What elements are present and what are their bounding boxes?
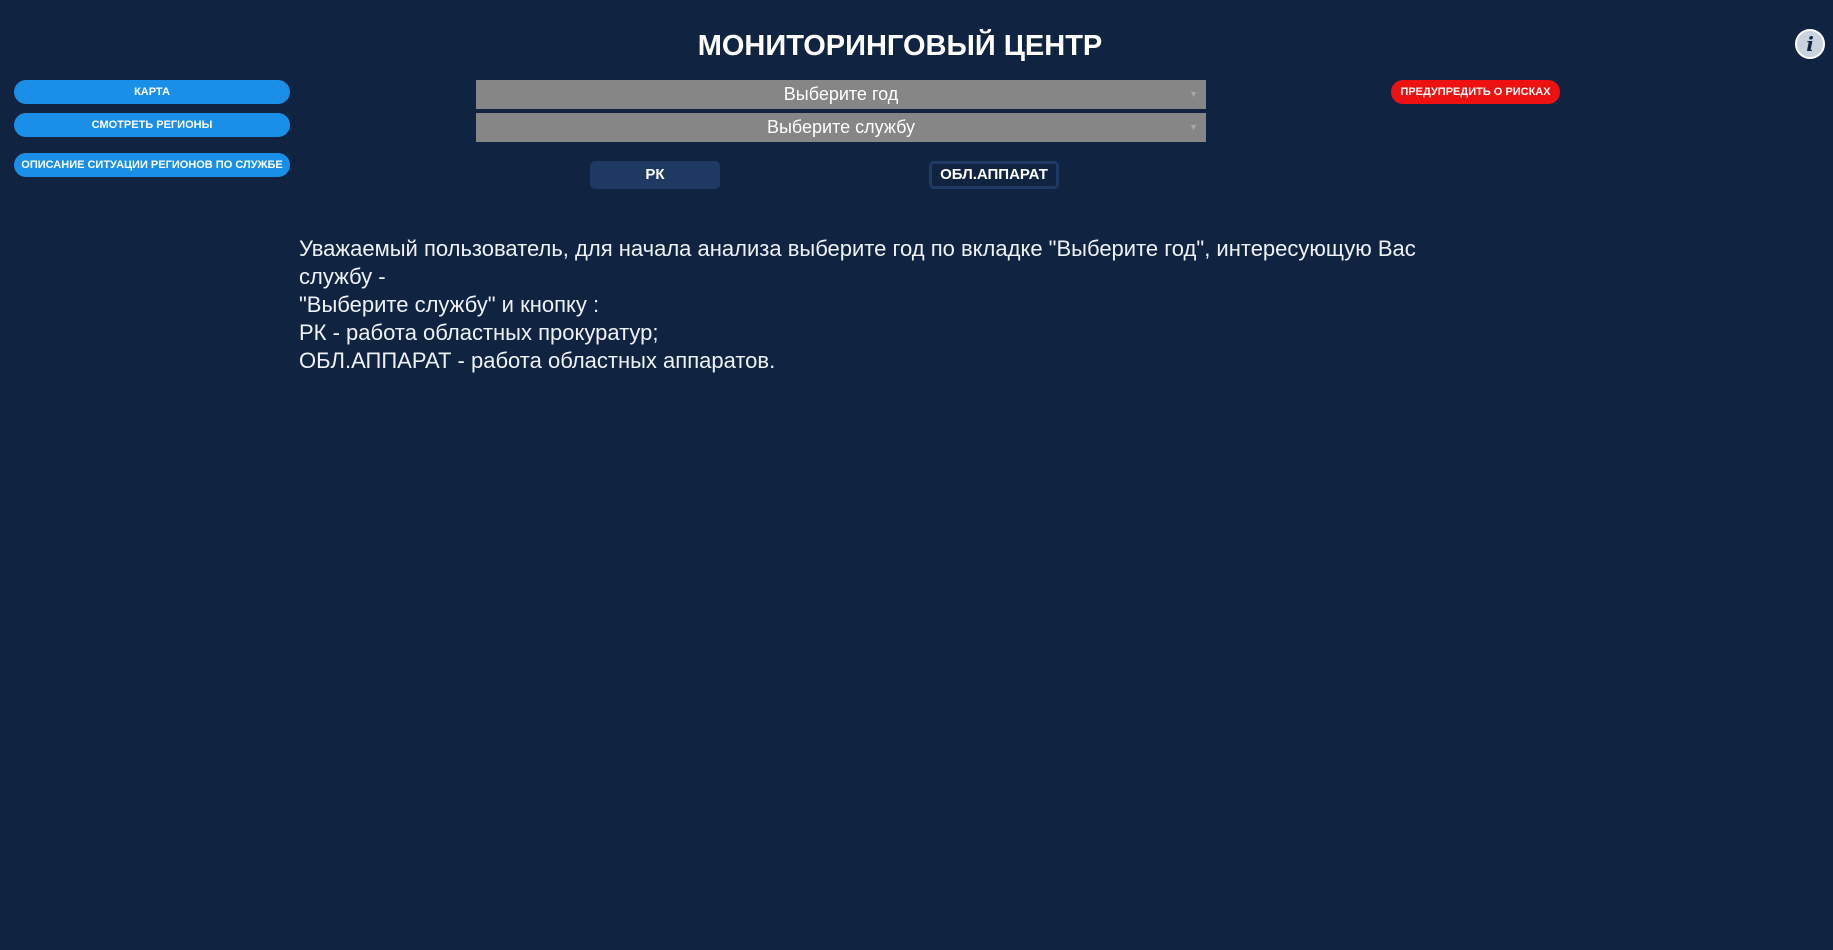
instruction-line: ОБЛ.АППАРАТ - работа областных аппаратов… [299,348,776,373]
chevron-down-icon: ▼ [1189,122,1198,132]
instruction-line: "Выберите службу" и кнопку : [299,292,600,317]
year-select[interactable]: Выберите год ▼ [476,80,1206,109]
year-select-value: Выберите год [783,84,899,104]
obl-apparat-button[interactable]: ОБЛ.АППАРАТ [929,161,1059,189]
region-situation-description-button[interactable]: ОПИСАНИЕ СИТУАЦИИ РЕГИОНОВ ПО СЛУЖБЕ [14,153,290,177]
map-button[interactable]: КАРТА [14,80,290,104]
service-select[interactable]: Выберите службу ▼ [476,113,1206,142]
info-icon[interactable]: i [1795,29,1825,59]
warn-risks-button[interactable]: ПРЕДУПРЕДИТЬ О РИСКАХ [1391,80,1560,104]
service-select-value: Выберите службу [766,117,916,137]
instruction-line: РК - работа областных прокуратур; [299,320,659,345]
rk-button[interactable]: РК [590,161,720,189]
instruction-message: Уважаемый пользователь, для начала анали… [299,235,1479,375]
page-title: МОНИТОРИНГОВЫЙ ЦЕНТР [697,30,1103,62]
instruction-line: Уважаемый пользователь, для начала анали… [299,236,1416,289]
chevron-down-icon: ▼ [1189,89,1198,99]
view-regions-button[interactable]: СМОТРЕТЬ РЕГИОНЫ [14,113,290,137]
